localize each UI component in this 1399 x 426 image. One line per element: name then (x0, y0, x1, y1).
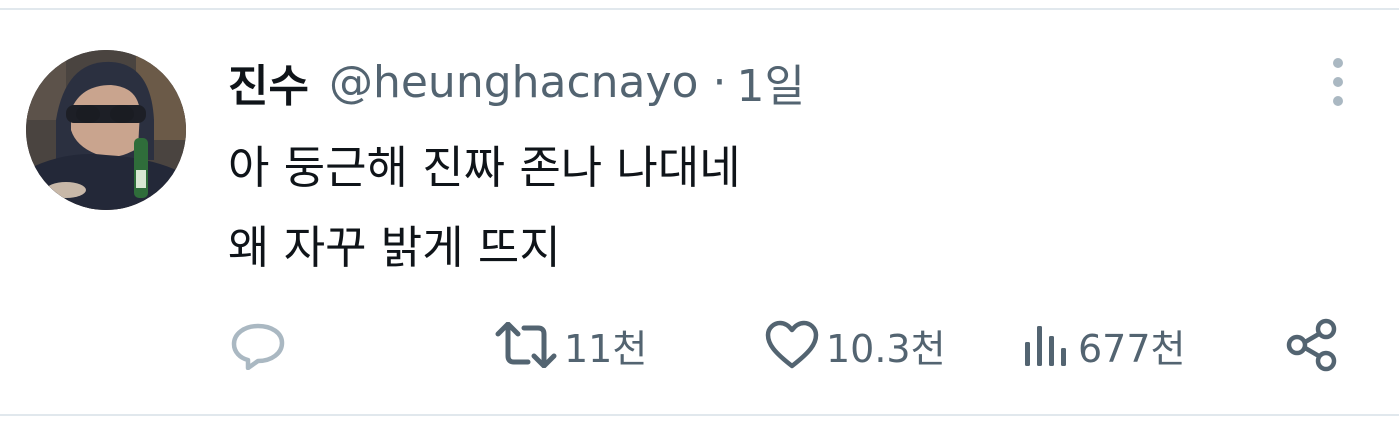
user-handle[interactable]: @heunghacnayo (329, 57, 699, 108)
reply-icon (231, 323, 285, 370)
views-icon (1025, 326, 1066, 366)
tweet-time[interactable]: 1일 (736, 50, 804, 114)
views-count: 677천 (1078, 326, 1186, 371)
like-button[interactable]: 10.3천 (764, 312, 946, 378)
display-name[interactable]: 진수 (228, 50, 309, 114)
tweet-text: 아 둥근해 진짜 존나 나대네 왜 자꾸 밝게 뜨지 (228, 128, 741, 288)
retweet-count: 11천 (564, 326, 648, 371)
share-button[interactable] (1284, 312, 1340, 378)
share-icon (1286, 318, 1337, 372)
views-button[interactable]: 677천 (1022, 312, 1186, 378)
more-dot-icon (1333, 58, 1343, 68)
avatar-image (26, 50, 186, 210)
bottom-divider (0, 414, 1399, 416)
tweet-text-line: 왜 자꾸 밝게 뜨지 (228, 221, 561, 274)
tweet-text-line: 아 둥근해 진짜 존나 나대네 (228, 141, 741, 194)
retweet-button[interactable]: 11천 (494, 312, 647, 378)
tweet-header: 진수 @heunghacnayo · 1일 (228, 44, 805, 120)
top-divider (0, 8, 1399, 10)
reply-button[interactable] (228, 312, 288, 378)
separator-dot: · (712, 56, 727, 108)
more-dot-icon (1333, 96, 1343, 106)
avatar[interactable] (26, 50, 186, 210)
more-options-button[interactable] (1318, 54, 1358, 110)
heart-icon (765, 320, 819, 369)
retweet-icon (495, 322, 557, 368)
more-dot-icon (1333, 77, 1343, 87)
like-count: 10.3천 (826, 326, 946, 371)
